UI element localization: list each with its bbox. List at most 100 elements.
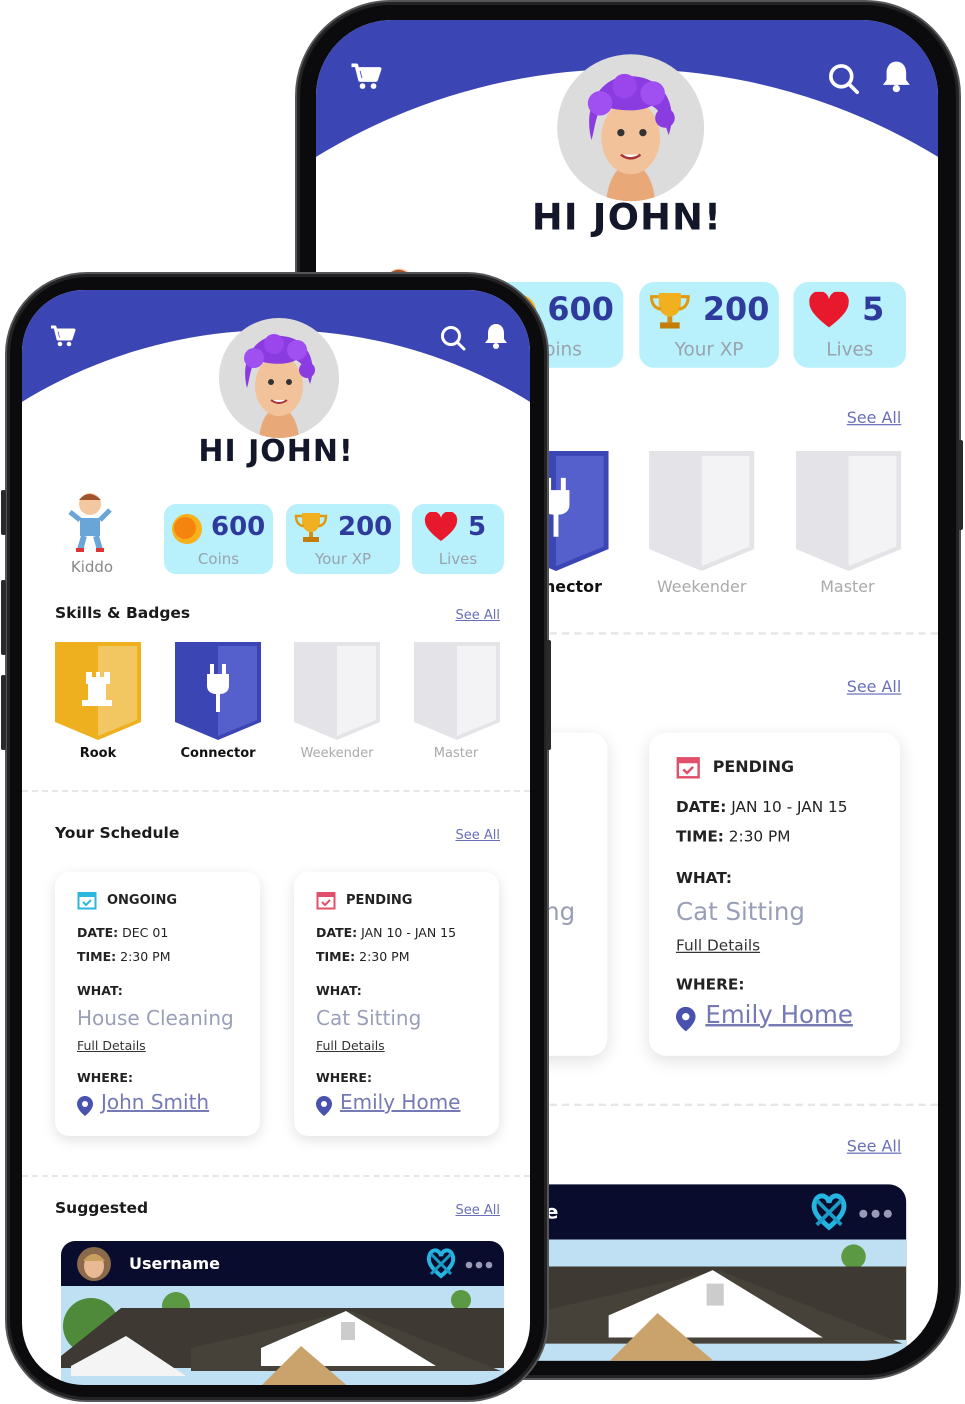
post-username: Username [129,1254,220,1273]
xp-value: 200 [338,512,393,542]
schedule-see-all-link[interactable]: See All [847,679,901,697]
date-value: JAN 10 - JAN 15 [731,797,848,816]
side-button [546,640,551,750]
status-badge: ONGOING [107,893,178,908]
full-details-link[interactable]: Full Details [676,936,760,954]
bell-icon[interactable] [484,322,508,350]
master-badge-icon[interactable] [795,450,902,571]
search-icon[interactable] [828,63,860,95]
coins-value: 600 [547,291,614,329]
badge-label: Rook [79,746,117,761]
location-link[interactable]: John Smith [77,1090,209,1114]
date-value: DEC 01 [122,925,169,940]
date-label: DATE: [675,797,727,816]
cart-icon[interactable] [50,324,76,348]
app-logo-icon [426,1248,456,1279]
badge-label: Master [820,578,875,597]
what-label: WHAT: [316,983,362,998]
lives-label: Lives [438,550,478,568]
xp-stat[interactable]: 200 Your XP [286,504,400,574]
badge-label: Master [433,746,479,761]
calendar-check-icon [676,757,700,779]
front-phone-screen: HI JOHN! Kiddo 600 Coins 200 Your XP 5 L… [22,290,530,1385]
lives-value: 5 [468,512,487,542]
calendar-check-icon [77,892,97,910]
avatar[interactable] [219,318,339,438]
location-link[interactable]: Emily Home [316,1090,461,1114]
lives-stat[interactable]: 5 Lives [412,504,504,574]
suggested-post-card[interactable]: Username [61,1241,504,1385]
time-value: 2:30 PM [359,949,410,964]
coin-icon [172,514,202,544]
suggested-see-all-link[interactable]: See All [456,1203,501,1218]
greeting-title: HI JOHN! [198,434,354,469]
where-label: WHERE: [316,1070,372,1085]
skills-see-all-link[interactable]: See All [847,409,901,427]
full-details-link[interactable]: Full Details [316,1038,385,1053]
bell-icon[interactable] [882,59,911,93]
date-label: DATE: [316,925,358,940]
coins-label: Coins [197,550,240,568]
time-value: 2:30 PM [120,949,171,964]
master-badge-icon[interactable] [414,642,500,740]
time-label: TIME: [77,949,117,964]
lives-value: 5 [862,291,885,329]
status-badge: PENDING [712,758,795,777]
weekender-badge-icon[interactable] [649,450,755,571]
where-label: WHERE: [675,975,745,994]
house-photo[interactable] [61,1286,504,1385]
xp-label: Your XP [674,338,744,361]
coins-stat[interactable]: 600 Coins [164,504,273,574]
schedule-card-ongoing[interactable]: ONGOING DATE: DEC 01 TIME: 2:30 PM WHAT:… [55,872,260,1136]
app-logo-icon [811,1193,847,1231]
xp-value: 200 [702,291,770,329]
badge-label: Weekender [300,746,374,761]
skills-see-all-link[interactable]: See All [456,608,501,623]
date-label: DATE: [77,925,119,940]
date-value: JAN 10 - JAN 15 [361,925,457,940]
level-label: Kiddo [70,558,114,576]
task-name: Cat Sitting [316,1006,422,1030]
time-label: TIME: [675,826,724,846]
cart-icon[interactable] [350,62,382,91]
user-avatar[interactable] [77,1247,111,1281]
suggested-title: Suggested [55,1199,149,1217]
side-button [1,675,6,750]
rook-badge-icon[interactable] [55,642,141,740]
schedule-see-all-link[interactable]: See All [456,828,501,843]
where-label: WHERE: [77,1070,133,1085]
time-label: TIME: [316,949,356,964]
badge-label: Connector [180,746,256,761]
status-badge: PENDING [346,893,413,908]
weekender-badge-icon[interactable] [294,642,380,740]
kiddo-avatar-icon [68,493,112,552]
search-icon[interactable] [440,325,466,351]
trophy-icon [649,293,690,329]
side-button [1,490,6,535]
more-options-icon[interactable] [465,1261,493,1269]
schedule-card-pending[interactable]: PENDING DATE: JAN 10 - JAN 15 TIME: 2:30… [294,872,499,1136]
task-name: House Cleaning [77,1006,234,1030]
xp-stat[interactable]: 200 Your XP [639,282,779,368]
task-name: Cat Sitting [675,896,805,927]
coins-value: 600 [211,512,266,542]
what-label: WHAT: [675,868,733,887]
heart-icon [424,512,458,541]
xp-label: Your XP [314,550,372,568]
skills-title: Skills & Badges [55,604,191,622]
greeting-title: HI JOHN! [531,196,723,240]
side-button [1,580,6,655]
time-value: 2:30 PM [728,826,791,846]
full-details-link[interactable]: Full Details [77,1038,146,1053]
schedule-card-pending[interactable]: PENDING DATE: JAN 10 - JAN 15 TIME: 2:30… [649,732,901,1056]
connector-badge-icon[interactable] [175,642,261,740]
heart-icon [809,291,849,328]
divider [22,790,530,792]
location-link[interactable]: Emily Home [676,1000,853,1029]
lives-stat[interactable]: 5 Lives [793,282,907,368]
calendar-check-icon [316,892,336,910]
more-options-icon[interactable] [858,1209,892,1219]
trophy-icon [294,513,328,542]
suggested-see-all-link[interactable]: See All [847,1138,901,1156]
avatar[interactable] [557,54,705,202]
